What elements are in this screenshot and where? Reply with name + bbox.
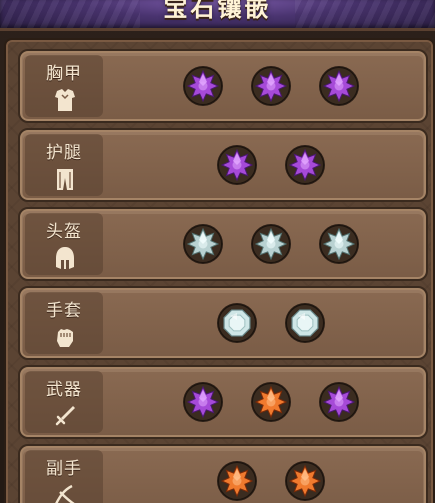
gem-sockets [110,288,418,358]
silver-star-gem[interactable] [318,223,360,265]
diamond-gem[interactable] [284,302,326,344]
purple-star-gem[interactable] [250,65,292,107]
slot-tag: 头盔 [25,213,103,275]
gem-sockets [110,367,418,437]
slot-tag: 武器 [25,371,103,433]
purple-star-gem[interactable] [216,144,258,186]
screen-title: 宝石镶嵌 [163,0,272,22]
slot-label: 武器 [46,380,82,400]
orange-star-gem[interactable] [216,460,258,502]
equipment-slot-row[interactable]: 胸甲 [18,49,428,123]
gem-sockets [110,51,418,121]
purple-star-gem[interactable] [182,65,224,107]
orange-star-gem[interactable] [250,381,292,423]
gem-inlay-screen: 宝石镶嵌 胸甲 护腿 头盔 手套 武器 副手 [0,0,435,503]
slot-label: 护腿 [46,143,82,163]
purple-star-gem[interactable] [284,144,326,186]
gem-sockets [110,209,418,279]
orange-star-gem[interactable] [284,460,326,502]
equipment-panel: 胸甲 护腿 头盔 手套 武器 副手 [4,38,435,503]
slot-label: 头盔 [46,222,82,242]
silver-star-gem[interactable] [182,223,224,265]
slot-tag: 护腿 [25,134,103,196]
slot-label: 副手 [46,459,82,479]
equipment-slot-row[interactable]: 手套 [18,286,428,360]
slot-label: 胸甲 [46,64,82,84]
silver-star-gem[interactable] [250,223,292,265]
equipment-slot-row[interactable]: 武器 [18,365,428,439]
purple-star-gem[interactable] [318,381,360,423]
equipment-slot-row[interactable]: 头盔 [18,207,428,281]
equipment-slot-row[interactable]: 护腿 [18,128,428,202]
equipment-slot-row[interactable]: 副手 [18,444,428,503]
sword-icon [52,403,78,429]
purple-star-gem[interactable] [182,381,224,423]
gem-sockets [110,446,418,503]
purple-star-gem[interactable] [318,65,360,107]
chest-armor-icon [52,87,78,113]
slot-tag: 胸甲 [25,55,103,117]
slot-label: 手套 [46,301,82,321]
slot-tag: 手套 [25,292,103,354]
slot-tag: 副手 [25,450,103,503]
leggings-icon [52,166,78,192]
offhand-icon [52,482,78,503]
fist-glove-icon [52,324,78,350]
gem-sockets [110,130,418,200]
helmet-icon [52,245,78,271]
title-banner: 宝石镶嵌 [0,0,435,31]
diamond-gem[interactable] [216,302,258,344]
